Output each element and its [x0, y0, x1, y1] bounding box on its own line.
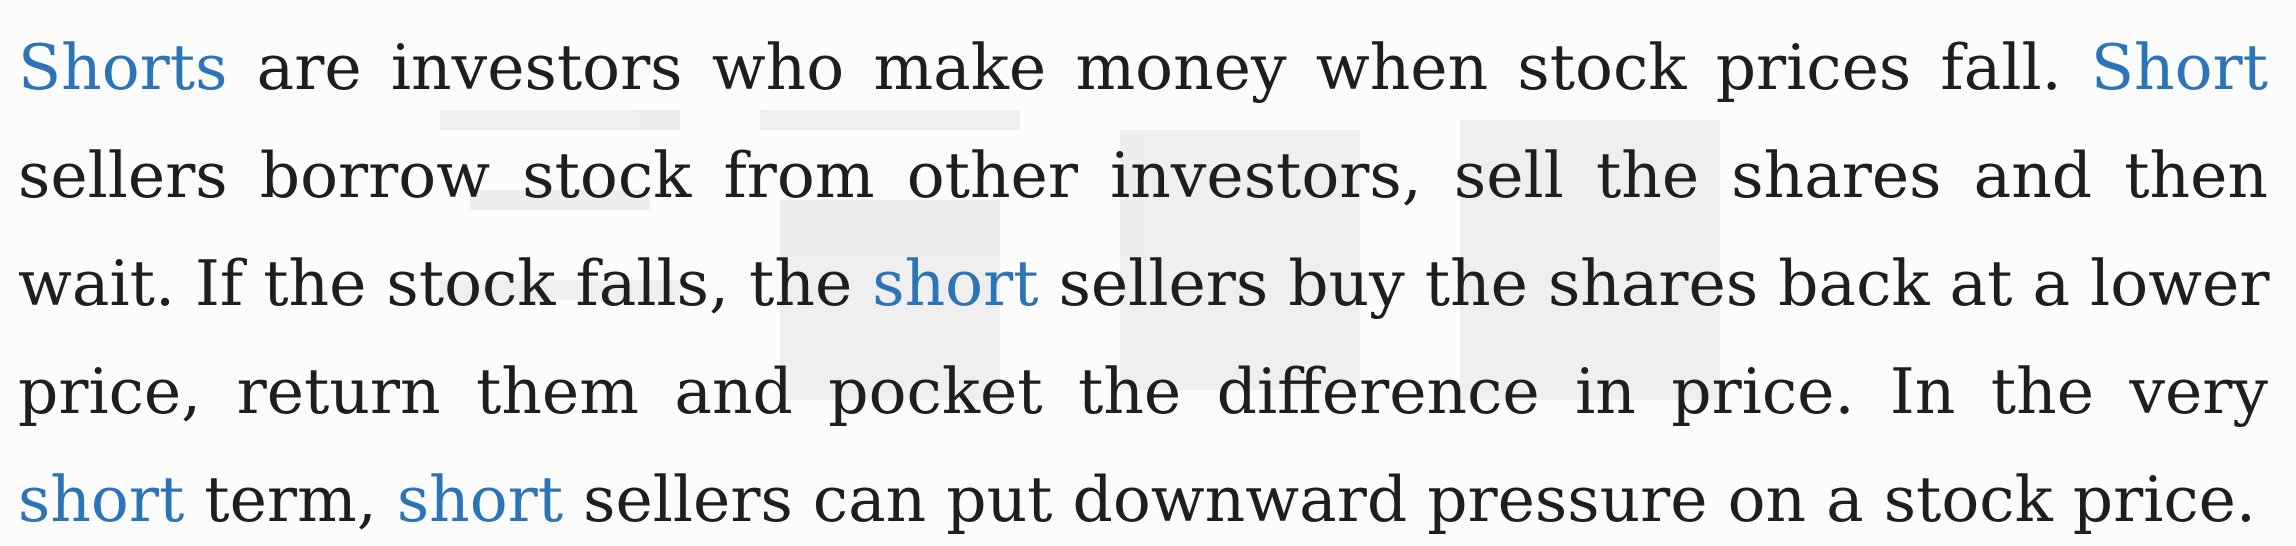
text-span: sellers buy the shares back at a lower [1038, 247, 2270, 320]
highlighted-term: short [18, 463, 185, 536]
text-line: wait. If the stock falls, the short sell… [18, 230, 2270, 338]
highlighted-term: short [872, 247, 1039, 320]
text-span: are investors who make money when stock … [227, 31, 2091, 104]
text-line: price, return them and pocket the differ… [18, 338, 2268, 446]
highlighted-term: Short [2090, 31, 2268, 104]
text-span: term, [184, 463, 397, 536]
text-line: Shorts are investors who make money when… [18, 14, 2268, 122]
highlighted-term: short [396, 463, 564, 536]
text-line: sellers borrow stock from other investor… [18, 122, 2268, 230]
highlighted-term: Shorts [18, 31, 228, 104]
body-paragraph: Shorts are investors who make money when… [18, 14, 2270, 546]
text-line: short term, short sellers can put downwa… [18, 446, 2268, 546]
text-span: price, return them and pocket the differ… [18, 355, 2268, 428]
text-span: sellers borrow stock from other investor… [18, 139, 2268, 212]
text-span: sellers can put downward pressure on a s… [563, 463, 2256, 536]
document-page: Shorts are investors who make money when… [0, 0, 2296, 546]
text-span: wait. If the stock falls, the [18, 247, 873, 320]
